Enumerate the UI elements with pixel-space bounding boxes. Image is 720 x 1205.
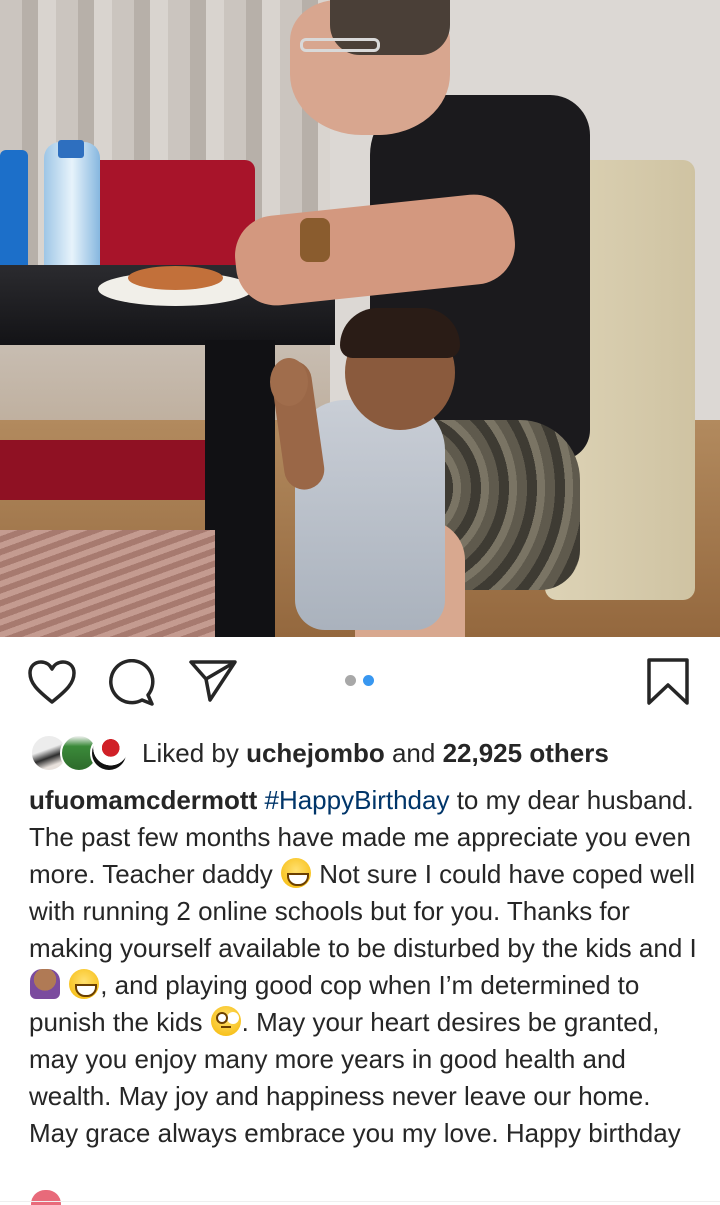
likes-summary: Liked by uchejombo and 22,925 others [142,738,609,769]
heart-icon[interactable] [27,659,77,705]
carousel-dot [345,675,356,686]
comment-icon[interactable] [108,659,156,707]
grinning-emoji-icon [69,969,100,999]
avatar [90,734,128,772]
heart-emoji-icon [31,1190,61,1205]
liker-avatars [30,732,130,774]
divider [0,1201,720,1202]
carousel-indicator [345,675,377,687]
likes-prefix: Liked by [142,737,247,768]
grinning-emoji-icon [281,858,311,888]
post-action-bar [0,637,720,729]
post-photo[interactable] [0,0,720,637]
bookmark-icon[interactable] [646,657,690,707]
caption-username[interactable]: ufuomamcdermott [29,785,257,815]
eye-roll-emoji-icon [210,1006,241,1036]
likes-middle: and [384,737,443,768]
likes-others-count[interactable]: 22,925 others [443,738,609,768]
post-caption: ufuomamcdermott #HappyBirthday to my dea… [29,782,699,1152]
carousel-dot-active [363,675,374,686]
liked-by-username[interactable]: uchejombo [246,738,385,768]
likes-row[interactable]: Liked by uchejombo and 22,925 others [30,731,710,775]
caption-hashtag[interactable]: #HappyBirthday [264,785,449,815]
facepalm-emoji-icon [30,969,60,999]
share-icon[interactable] [188,659,238,703]
